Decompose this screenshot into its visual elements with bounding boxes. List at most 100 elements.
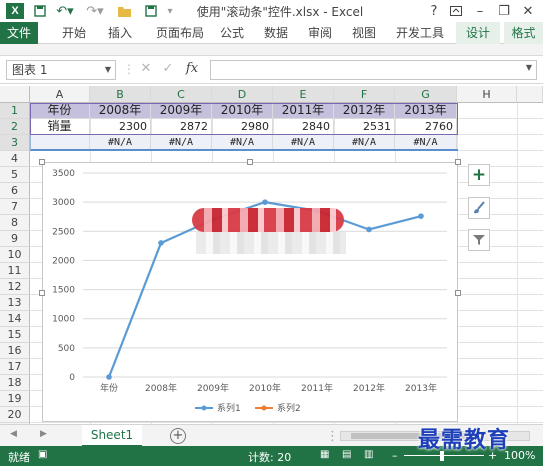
- window-title: 使用"滚动条"控件.xlsx - Excel: [196, 5, 364, 19]
- tab-review[interactable]: 审阅: [300, 22, 340, 44]
- select-all-corner[interactable]: [0, 86, 30, 103]
- cell-c1[interactable]: 2009年: [151, 103, 212, 119]
- row-header[interactable]: 1: [0, 103, 30, 119]
- sheet-tab-sheet1[interactable]: Sheet1: [82, 425, 142, 447]
- cell-d2[interactable]: 2980: [212, 119, 273, 135]
- cancel-icon[interactable]: ✕: [138, 61, 154, 79]
- cell-b2[interactable]: 2300: [90, 119, 151, 135]
- tab-data[interactable]: 数据: [256, 22, 296, 44]
- row-header[interactable]: 4: [0, 151, 30, 167]
- row-header[interactable]: 8: [0, 215, 30, 231]
- cell-d3[interactable]: #N/A: [212, 135, 273, 151]
- cell-b1[interactable]: 2008年: [90, 103, 151, 119]
- formula-input[interactable]: ▼: [210, 60, 537, 80]
- resize-handle[interactable]: [39, 290, 45, 296]
- row-header[interactable]: 5: [0, 167, 30, 183]
- cell-f2[interactable]: 2531: [334, 119, 395, 135]
- restore-button[interactable]: ❐: [494, 2, 514, 20]
- row-header[interactable]: 20: [0, 407, 30, 423]
- cell-g2[interactable]: 2760: [395, 119, 457, 135]
- row-header[interactable]: 10: [0, 247, 30, 263]
- cell-g1[interactable]: 2013年: [395, 103, 457, 119]
- page-layout-view-icon[interactable]: ▤: [342, 449, 351, 460]
- resize-handle[interactable]: [455, 290, 461, 296]
- line-chart[interactable]: 0 500 1000 1500 2000 2500 3000 3500 年份 2008年 2009年…: [42, 162, 458, 422]
- save-as-icon[interactable]: [140, 3, 162, 19]
- expand-formula-icon[interactable]: ▼: [526, 63, 532, 72]
- save-icon[interactable]: [32, 3, 48, 19]
- row-header[interactable]: 2: [0, 119, 30, 135]
- resize-handle[interactable]: [247, 159, 253, 165]
- name-box[interactable]: 图表 1 ▼: [6, 60, 116, 80]
- row-header[interactable]: 17: [0, 359, 30, 375]
- column-header-c[interactable]: C: [151, 86, 212, 103]
- row-header[interactable]: 12: [0, 279, 30, 295]
- tab-view[interactable]: 视图: [344, 22, 384, 44]
- tab-file[interactable]: 文件: [0, 22, 38, 44]
- minimize-button[interactable]: –: [470, 2, 490, 20]
- page-break-view-icon[interactable]: ▥: [364, 449, 373, 460]
- column-header-g[interactable]: G: [395, 86, 457, 103]
- tab-developer[interactable]: 开发工具: [390, 22, 450, 44]
- scroll-right-icon[interactable]: ▶: [40, 429, 47, 439]
- column-header-i[interactable]: [517, 86, 543, 103]
- row-header[interactable]: 16: [0, 343, 30, 359]
- close-button[interactable]: ✕: [518, 2, 538, 20]
- tab-page-layout[interactable]: 页面布局: [148, 22, 212, 44]
- zoom-out-button[interactable]: –: [392, 449, 398, 462]
- zoom-slider[interactable]: [404, 455, 484, 456]
- row-header[interactable]: 11: [0, 263, 30, 279]
- column-header-e[interactable]: E: [273, 86, 334, 103]
- cell-a3[interactable]: [30, 135, 90, 151]
- column-header-a[interactable]: A: [30, 86, 90, 103]
- open-folder-icon[interactable]: [116, 3, 132, 19]
- cell-e2[interactable]: 2840: [273, 119, 334, 135]
- cell-b3[interactable]: #N/A: [90, 135, 151, 151]
- column-header-f[interactable]: F: [334, 86, 395, 103]
- row-header[interactable]: 19: [0, 391, 30, 407]
- undo-icon[interactable]: ↶▾: [54, 3, 76, 19]
- resize-handle[interactable]: [39, 159, 45, 165]
- row-header[interactable]: 13: [0, 295, 30, 311]
- ribbon-display-button[interactable]: [446, 2, 466, 20]
- column-header-b[interactable]: B: [90, 86, 151, 103]
- macro-record-icon[interactable]: ▣: [38, 449, 47, 460]
- tab-insert[interactable]: 插入: [100, 22, 140, 44]
- scroll-left-icon[interactable]: ◀: [10, 429, 17, 439]
- enter-icon[interactable]: ✓: [160, 61, 176, 79]
- tab-formulas[interactable]: 公式: [212, 22, 252, 44]
- cell-a1[interactable]: 年份: [30, 103, 90, 119]
- cell-f1[interactable]: 2012年: [334, 103, 395, 119]
- row-header[interactable]: 15: [0, 327, 30, 343]
- add-sheet-button[interactable]: +: [170, 428, 186, 444]
- column-header-d[interactable]: D: [212, 86, 273, 103]
- row-header[interactable]: 3: [0, 135, 30, 151]
- chart-filters-button[interactable]: [468, 229, 490, 251]
- cell-f3[interactable]: #N/A: [334, 135, 395, 151]
- legend-marker: [201, 405, 207, 411]
- row-header[interactable]: 14: [0, 311, 30, 327]
- row-header[interactable]: 9: [0, 231, 30, 247]
- resize-handle[interactable]: [455, 159, 461, 165]
- tab-chart-format[interactable]: 格式: [504, 22, 543, 44]
- chart-styles-button[interactable]: [468, 197, 490, 219]
- cell-c2[interactable]: 2872: [151, 119, 212, 135]
- cell-c3[interactable]: #N/A: [151, 135, 212, 151]
- cell-a2[interactable]: 销量: [30, 119, 90, 135]
- tab-chart-design[interactable]: 设计: [456, 22, 500, 44]
- redo-icon[interactable]: ↷▾: [84, 3, 106, 19]
- cell-e3[interactable]: #N/A: [273, 135, 334, 151]
- chart-elements-button[interactable]: +: [468, 164, 490, 186]
- tab-home[interactable]: 开始: [54, 22, 94, 44]
- cell-d1[interactable]: 2010年: [212, 103, 273, 119]
- tab-split-handle[interactable]: ⋮: [326, 429, 339, 444]
- row-header[interactable]: 7: [0, 199, 30, 215]
- normal-view-icon[interactable]: ▦: [320, 449, 329, 460]
- column-header-h[interactable]: H: [457, 86, 517, 103]
- insert-function-icon[interactable]: fx: [184, 61, 200, 79]
- row-header[interactable]: 6: [0, 183, 30, 199]
- cell-g3[interactable]: #N/A: [395, 135, 457, 151]
- help-button[interactable]: ?: [424, 2, 444, 20]
- row-header[interactable]: 18: [0, 375, 30, 391]
- cell-e1[interactable]: 2011年: [273, 103, 334, 119]
